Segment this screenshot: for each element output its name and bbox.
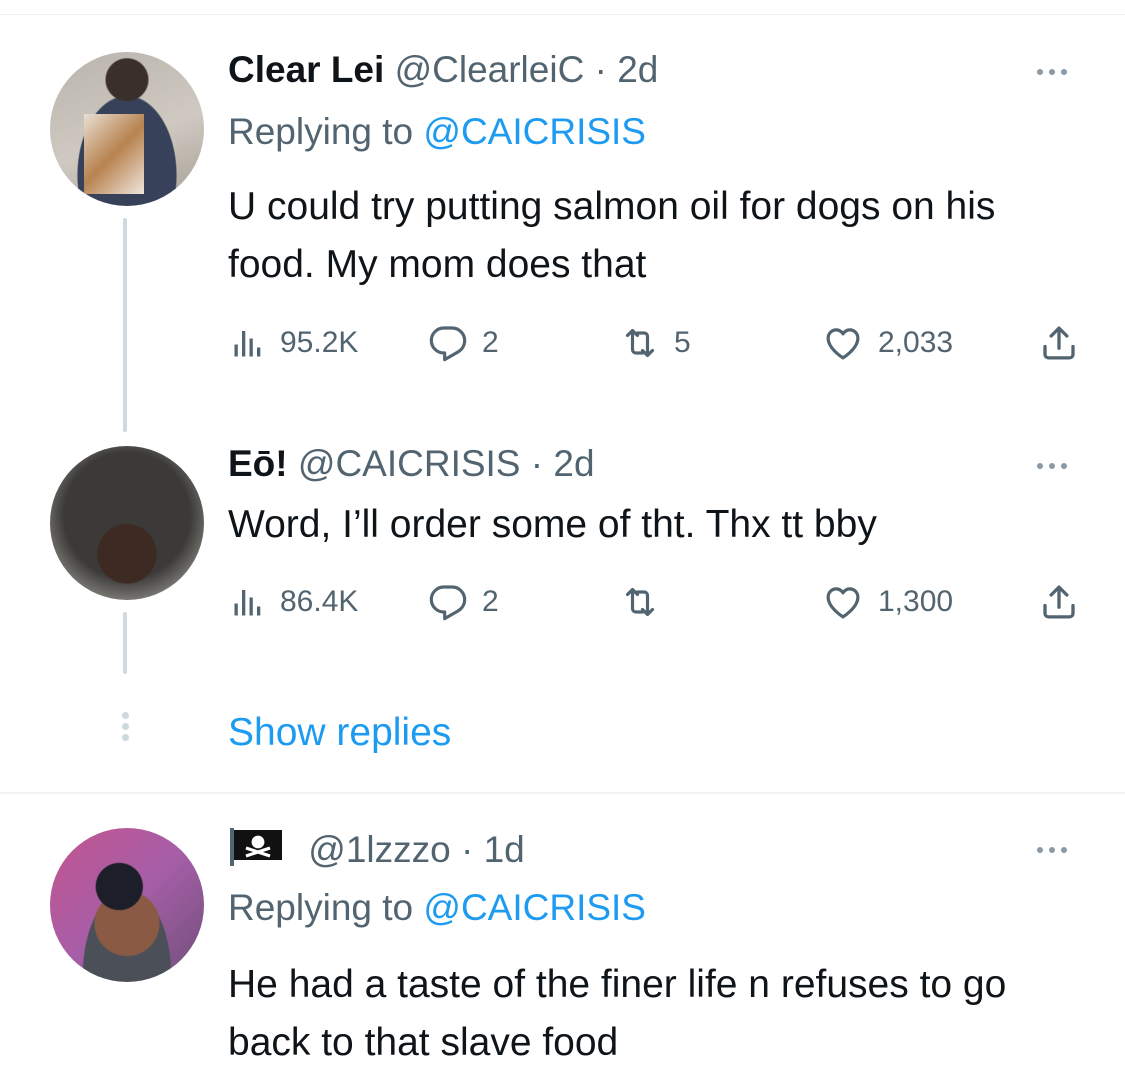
like-count: 1,300 [878,585,954,618]
retweet-button[interactable] [620,577,674,627]
views-icon [234,590,261,616]
tweet-text: U could try putting salmon oil for dogs … [228,185,996,286]
user-handle[interactable]: @ClearleiC [395,49,585,90]
replying-to: Replying to @CAICRISIS [228,110,646,154]
replying-to: Replying to @CAICRISIS [228,886,646,930]
retweet-icon [625,587,655,617]
thread-line [123,612,127,674]
user-handle[interactable]: @1lzzzo [308,829,450,870]
tweet-divider [0,792,1125,794]
replying-mention-link[interactable]: @CAICRISIS [423,111,646,152]
display-name[interactable]: Clear Lei [228,49,384,90]
like-count: 2,033 [878,326,954,359]
timestamp[interactable]: 2d [553,443,594,484]
like-button[interactable]: 2,033 [822,318,953,368]
tweet-text: Word, I’ll order some of tht. Thx tt bby [228,503,877,546]
pirate-flag-icon [230,828,282,866]
avatar-1lzzzo[interactable] [50,828,204,982]
thread-line [123,218,127,432]
views-icon [234,331,261,357]
separator: · [530,443,544,484]
share-button[interactable] [1038,577,1080,627]
share-icon [1043,585,1075,619]
more-icon[interactable] [1030,844,1074,856]
tweet-header: Eō! @CAICRISIS · 2d [228,442,595,486]
separator: · [461,829,474,870]
show-replies-link[interactable]: Show replies [228,708,451,758]
share-icon [1043,326,1075,360]
reply-count: 2 [482,326,499,359]
tweet-actions: 86.4K 2 1,300 [228,577,1088,627]
tweet-actions: 95.2K 2 5 2,033 [228,318,1088,368]
reply-button[interactable]: 2 [428,318,499,368]
top-divider [0,14,1125,15]
replying-label: Replying to [228,111,414,152]
avatar-clear-lei[interactable] [50,52,204,206]
display-name[interactable]: Eō! [228,443,288,484]
timestamp[interactable]: 1d [484,829,525,870]
replying-label: Replying to [228,887,414,928]
heart-icon [826,328,860,360]
reply-count: 2 [482,585,499,618]
collapsed-thread-dots [120,712,130,741]
share-button[interactable] [1038,318,1080,368]
timestamp[interactable]: 2d [617,49,658,90]
reply-icon [429,585,467,621]
reply-button[interactable]: 2 [428,577,499,627]
views-button[interactable]: 95.2K [230,318,358,368]
retweet-count: 5 [674,326,691,359]
replying-mention-link[interactable]: @CAICRISIS [423,887,646,928]
heart-icon [826,587,860,619]
views-button[interactable]: 86.4K [230,577,358,627]
user-handle[interactable]: @CAICRISIS [298,443,521,484]
retweet-icon [625,328,655,358]
tweet-header: @1lzzzo · 1d [228,826,525,872]
more-icon[interactable] [1030,460,1074,472]
reply-icon [429,326,467,362]
avatar-caicrisis[interactable] [50,446,204,600]
retweet-button[interactable]: 5 [620,318,691,368]
separator: · [594,49,607,90]
views-count: 95.2K [280,326,359,359]
like-button[interactable]: 1,300 [822,577,953,627]
tweet-header: Clear Lei @ClearleiC · 2d [228,48,658,92]
views-count: 86.4K [280,585,359,618]
tweet-text: He had a taste of the finer life n refus… [228,963,1007,1064]
more-icon[interactable] [1030,66,1074,78]
